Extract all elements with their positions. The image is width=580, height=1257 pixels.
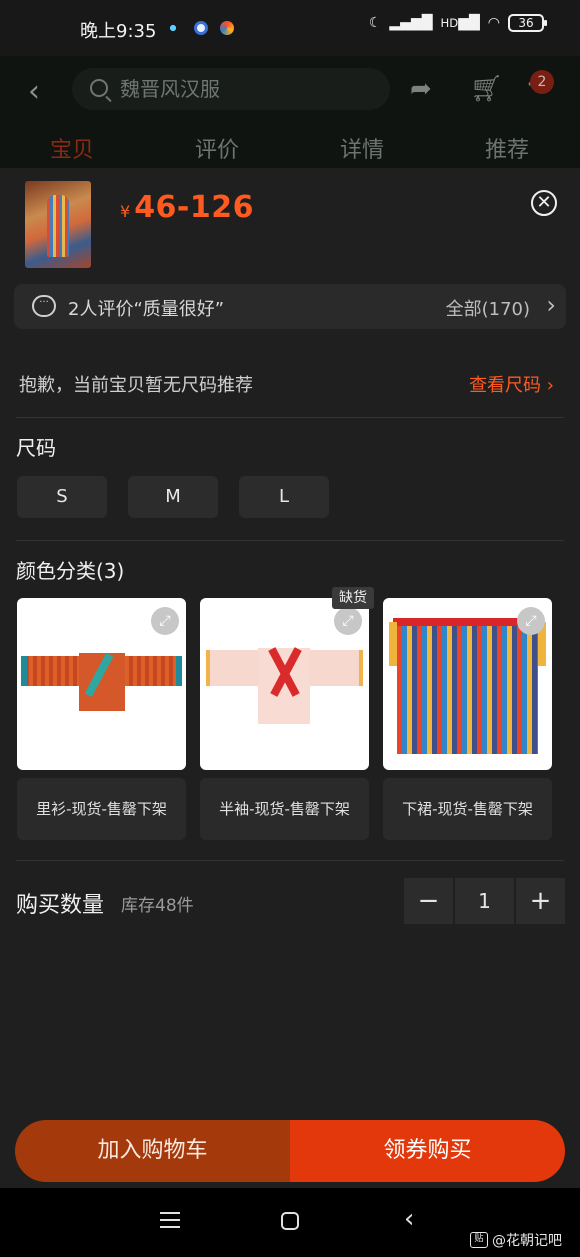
size-title: 尺码 [16,436,56,460]
add-to-cart-button[interactable]: 加入购物车 [15,1120,290,1182]
review-summary[interactable]: ··· 2人评价“质量很好” 全部(170) › [14,284,566,329]
watermark: 贴 @花朝记吧 [470,1230,562,1250]
tab-bar: 宝贝 评价 详情 推荐 [0,132,580,168]
tab-reviews[interactable]: 评价 [195,132,239,164]
color-label: 里衫-现货-售罄下架 [17,778,186,840]
tab-product[interactable]: 宝贝 [50,132,94,164]
color-option-half-sleeve[interactable]: ⤢ 半袖-现货-售罄下架 [200,598,369,840]
status-bar: 晚上9:35 ☾ ▂▄▆█ HD▆█ ◠ 36 [0,0,580,56]
tab-details[interactable]: 详情 [340,132,384,164]
expand-icon[interactable]: ⤢ [151,607,179,635]
back-icon[interactable]: ‹ [28,74,40,109]
color-option-skirt[interactable]: ⤢ 下裙-现货-售罄下架 [383,598,552,840]
review-text: 2人评价“质量很好” [68,299,225,320]
wifi-icon: ◠ [487,15,500,31]
status-icons: ☾ ▂▄▆█ HD▆█ ◠ 36 [368,14,547,32]
close-icon: ✕ [536,192,552,213]
view-size-link[interactable]: 查看尺码 › [469,371,554,397]
chevron-right-icon: › [546,375,554,396]
navigation-bar: ‹ 贴 @花朝记吧 [0,1188,580,1257]
battery-icon: 36 [508,14,547,32]
tab-recommend[interactable]: 推荐 [485,132,529,164]
chevron-right-icon: › [546,291,556,319]
plus-icon: + [529,886,552,916]
color-label: 半袖-现货-售罄下架 [200,778,369,840]
share-icon[interactable]: ➦ [410,74,432,104]
menu-icon[interactable] [160,1212,180,1228]
divider [16,860,564,861]
expand-icon[interactable]: ⤢ [517,607,545,635]
browser-notification-icon [194,21,208,35]
sku-sheet: ¥ 46-126 ✕ ··· 2人评价“质量很好” 全部(170) › 抱歉，当… [0,168,580,1188]
status-time: 晚上9:35 [80,21,157,42]
home-icon[interactable] [281,1212,299,1230]
color-image: ⤢ [383,598,552,770]
quantity-input[interactable]: 1 [455,878,514,924]
action-bar: 加入购物车 领券购买 [15,1120,565,1182]
back-nav-icon[interactable]: ‹ [404,1204,414,1234]
chat-icon: ··· [32,295,56,317]
product-thumbnail[interactable] [25,181,91,268]
stock-label: 库存48件 [121,896,194,916]
divider [16,417,564,418]
color-image: ⤢ [200,598,369,770]
divider [16,540,564,541]
increase-button[interactable]: + [516,878,565,924]
close-button[interactable]: ✕ [531,190,557,216]
color-option-shirt[interactable]: ⤢ 里衫-现货-售罄下架 [17,598,186,840]
quantity-title: 购买数量 [16,893,105,918]
color-image: ⤢ [17,598,186,770]
page-header: ‹ 魏晋风汉服 ➦ 🛒︎ ··· 2 宝贝 评价 详情 推荐 [0,56,580,168]
color-label: 下裙-现货-售罄下架 [383,778,552,840]
moon-icon: ☾ [368,15,382,31]
expand-icon[interactable]: ⤢ [334,607,362,635]
quantity-stepper: − 1 + [404,878,565,924]
tieba-icon: 贴 [470,1232,488,1248]
app-notification-icon [166,21,180,35]
search-input[interactable]: 魏晋风汉服 [72,68,390,110]
taobao-notification-icon [220,21,234,35]
signal-icon: ▂▄▆█ [389,15,433,31]
decrease-button[interactable]: − [404,878,453,924]
buy-button[interactable]: 领券购买 [290,1120,565,1182]
color-title: 颜色分类(3) [16,559,125,583]
search-icon [90,79,108,97]
watermark-text: @花朝记吧 [492,1233,562,1249]
price-currency: ¥ [120,202,131,221]
size-option-l[interactable]: L [239,476,329,518]
review-all-link[interactable]: 全部(170) [446,295,530,321]
minus-icon: − [417,886,440,916]
price-range: 46-126 [134,190,255,225]
price: ¥ 46-126 [120,190,254,225]
cart-badge: 2 [530,70,554,94]
hd-signal-icon: HD▆█ [440,15,480,31]
size-option-m[interactable]: M [128,476,218,518]
out-of-stock-tag: 缺货 [332,587,374,609]
size-notice: 抱歉，当前宝贝暂无尺码推荐 [19,375,253,396]
cart-icon[interactable]: 🛒︎ [470,74,503,104]
size-option-s[interactable]: S [17,476,107,518]
